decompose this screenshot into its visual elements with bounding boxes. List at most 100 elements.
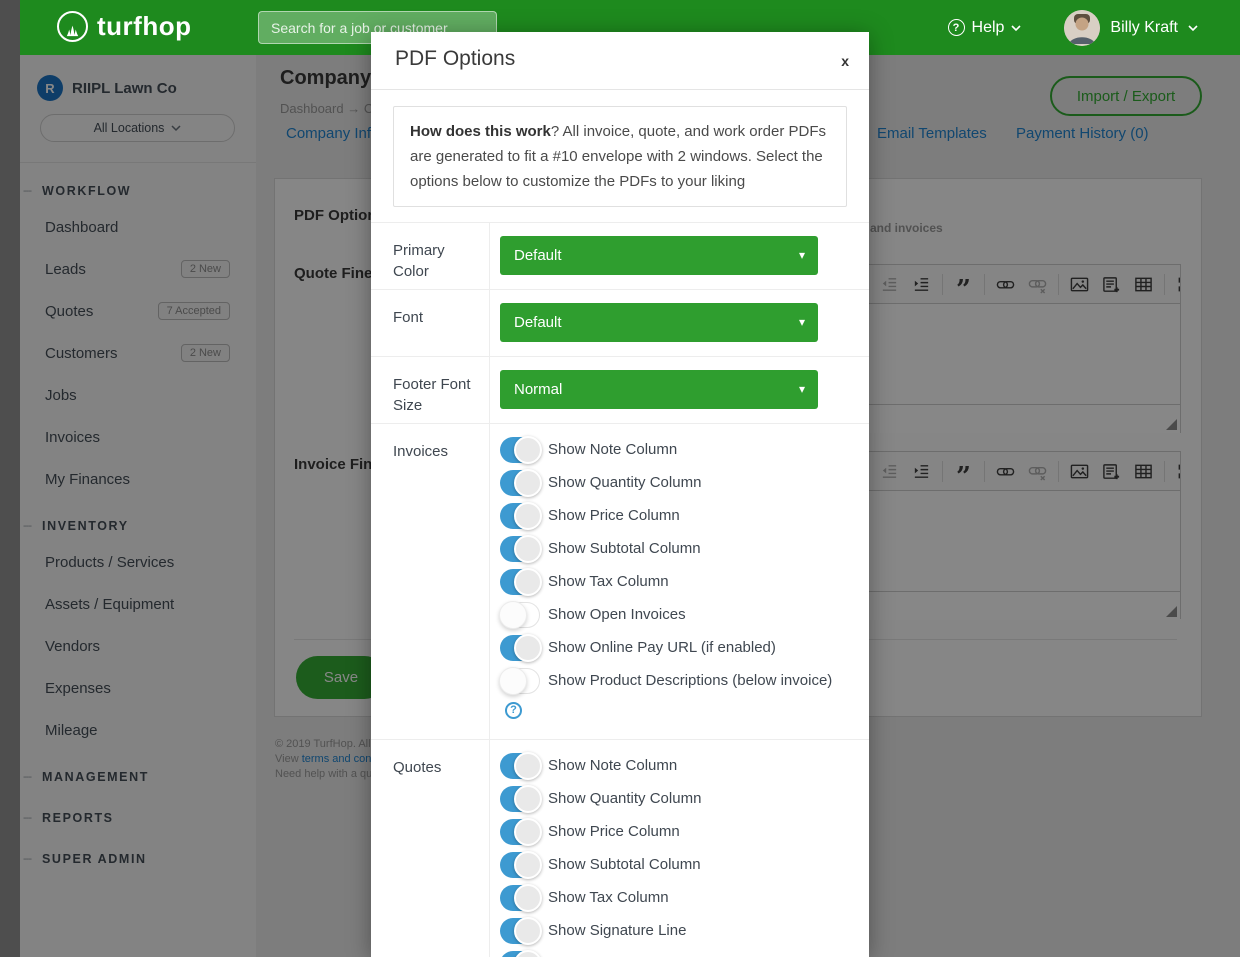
- toggle-show-open-invoices[interactable]: [500, 602, 540, 628]
- toggle-knob: [514, 436, 542, 464]
- field-control: Show Note Column Show Quantity Column Show…: [490, 740, 869, 957]
- screen-edge-strip: [0, 0, 20, 957]
- caret-down-icon: ▾: [799, 236, 805, 275]
- user-name: Billy Kraft: [1110, 19, 1178, 37]
- toggle-option: Show Subtotal Column: [500, 536, 851, 562]
- caret-down-icon: ▾: [799, 370, 805, 409]
- toggle-label: Show Note Column: [548, 441, 677, 458]
- toggle-option: Show Online Pay URL (if enabled): [500, 635, 851, 661]
- toggle-knob: [499, 667, 527, 695]
- toggle-show-product-descriptions-below-invoice[interactable]: [500, 668, 540, 694]
- font-select[interactable]: Default ▾: [500, 303, 818, 342]
- toggle-label: Show Subtotal Column: [548, 540, 701, 557]
- toggle-option: Show Open Invoices: [500, 602, 851, 628]
- field-label: Footer Font Size: [371, 357, 490, 423]
- toggle-label: Show Subtotal Column: [548, 856, 701, 873]
- toggle-knob: [514, 469, 542, 497]
- help-menu[interactable]: ? Help: [948, 19, 1022, 37]
- toggle-label: Show Signature Line: [548, 922, 686, 939]
- caret-down-icon: ▾: [799, 303, 805, 342]
- toggle-show-subtotal-column[interactable]: [500, 852, 540, 878]
- toggle-label: Show Price Column: [548, 823, 680, 840]
- selected-value: Default: [514, 247, 562, 264]
- toggle-show-signature-line[interactable]: [500, 918, 540, 944]
- user-menu[interactable]: Billy Kraft: [1064, 10, 1198, 46]
- toggle-knob: [514, 502, 542, 530]
- toggle-show-tax-column[interactable]: [500, 569, 540, 595]
- toggle-knob: [514, 535, 542, 563]
- toggle-label: Show Product Descriptions (below invoice…: [548, 672, 832, 689]
- field-label: Primary Color: [371, 223, 490, 289]
- toggle-option: Show Price Column: [500, 503, 851, 529]
- toggle-option: Show Price Column: [500, 819, 851, 845]
- toggle-knob: [514, 950, 542, 957]
- toggle-knob: [514, 818, 542, 846]
- toggle-label: Show Quantity Column: [548, 474, 701, 491]
- selected-value: Default: [514, 314, 562, 331]
- toggle-label: Show Tax Column: [548, 889, 669, 906]
- toggle-label: Show Open Invoices: [548, 606, 686, 623]
- modal-header: PDF Options x: [371, 32, 869, 90]
- toggle-label: Show Price Column: [548, 507, 680, 524]
- field-label: Quotes: [371, 740, 490, 957]
- field-control: Default ▾: [490, 290, 869, 356]
- toggle-label: Show Online Pay URL (if enabled): [548, 639, 776, 656]
- toggle-knob: [514, 785, 542, 813]
- brand-logo[interactable]: turfhop: [57, 11, 191, 42]
- chevron-down-icon: [1188, 19, 1198, 37]
- toggle-knob: [499, 601, 527, 629]
- toggle-option: Show Subtotal Column: [500, 852, 851, 878]
- help-label: Help: [972, 19, 1005, 37]
- toggle-show-tax-column[interactable]: [500, 885, 540, 911]
- toggle-show-note-column[interactable]: [500, 437, 540, 463]
- toggle-option: Show Tax Column: [500, 885, 851, 911]
- toggle-show-quantity-column[interactable]: [500, 786, 540, 812]
- toggle-knob: [514, 568, 542, 596]
- toggle-option: Show Signature Line: [500, 918, 851, 944]
- toggle-option: Show Note Column: [500, 437, 851, 463]
- pdf-options-modal: PDF Options x How does this work? All in…: [371, 32, 869, 957]
- toggle-label: Show Quantity Column: [548, 790, 701, 807]
- toggle-option: Show Note Column: [500, 753, 851, 779]
- toggle-label: Show Note Column: [548, 757, 677, 774]
- grass-logo-icon: [57, 11, 88, 42]
- chevron-down-icon: [1011, 19, 1021, 37]
- primary-color-select[interactable]: Default ▾: [500, 236, 818, 275]
- toggle-knob: [514, 884, 542, 912]
- toggle-show-note-column[interactable]: [500, 753, 540, 779]
- field-control: Default ▾: [490, 223, 869, 289]
- help-icon: ?: [948, 19, 965, 36]
- toggle-knob: [514, 752, 542, 780]
- field-label: Font: [371, 290, 490, 356]
- modal-row-footer-font-size: Footer Font Size Normal▾: [371, 356, 869, 423]
- toggle-option: Show Product Descriptions (below quote)?: [500, 951, 851, 957]
- toggle-option: Show Quantity Column: [500, 470, 851, 496]
- toggle-option: Show Quantity Column: [500, 786, 851, 812]
- modal-title: PDF Options: [395, 47, 515, 71]
- modal-row-font: Font Default ▾: [371, 289, 869, 356]
- toggle-show-price-column[interactable]: [500, 503, 540, 529]
- modal-row-quotes: Quotes Show Note Column Show Quantity Colu…: [371, 739, 869, 957]
- toggle-label: Show Tax Column: [548, 573, 669, 590]
- toggle-show-quantity-column[interactable]: [500, 470, 540, 496]
- field-label: Invoices: [371, 424, 490, 739]
- close-icon[interactable]: x: [841, 54, 849, 68]
- intro-bold: How does this work: [410, 123, 551, 140]
- brand-name: turfhop: [97, 11, 191, 42]
- modal-intro: How does this work? All invoice, quote, …: [393, 106, 847, 207]
- toggle-option: Show Product Descriptions (below invoice…: [500, 668, 851, 720]
- modal-rows: Primary ColorDefault▾FontDefault▾Footer …: [371, 222, 869, 957]
- avatar: [1064, 10, 1100, 46]
- toggle-option: Show Tax Column: [500, 569, 851, 595]
- modal-row-primary-color: Primary Color Default ▾: [371, 222, 869, 289]
- field-control: Show Note Column Show Quantity Column Show…: [490, 424, 869, 739]
- toggle-knob: [514, 634, 542, 662]
- question-icon[interactable]: ?: [505, 702, 522, 719]
- field-control: Normal▾: [490, 357, 869, 423]
- modal-row-invoices: Invoices Show Note Column Show Quantity Co…: [371, 423, 869, 739]
- toggle-show-subtotal-column[interactable]: [500, 536, 540, 562]
- toggle-show-online-pay-url-if-enabled[interactable]: [500, 635, 540, 661]
- toggle-show-price-column[interactable]: [500, 819, 540, 845]
- footer-font-size-select[interactable]: Normal▾: [500, 370, 818, 409]
- toggle-show-product-descriptions-below-quote[interactable]: [500, 951, 540, 957]
